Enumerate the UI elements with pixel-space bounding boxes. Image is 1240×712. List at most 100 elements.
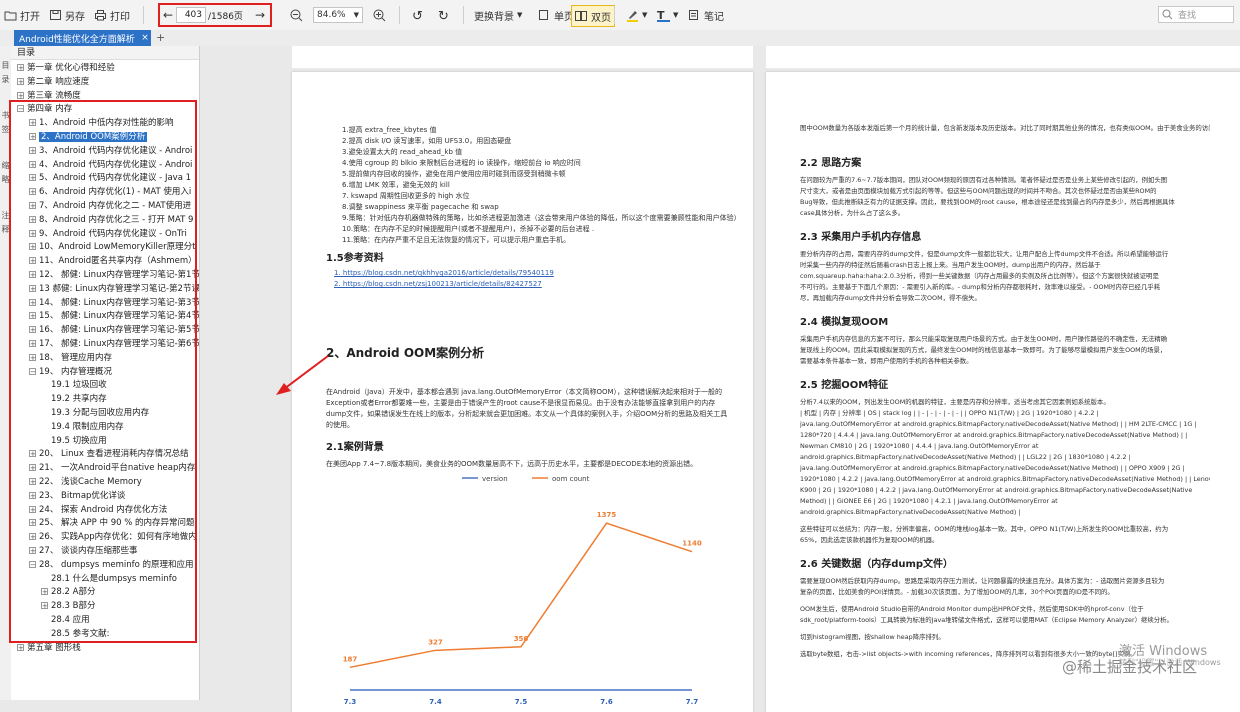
reference-link[interactable]: 1. https://blog.csdn.net/qkhhyga2016/art… (334, 269, 554, 278)
toc-item[interactable]: +15、 郝健: Linux内存管理学习笔记-第4节 (29, 310, 199, 323)
toc-item[interactable]: +10、Android LowMemoryKiller原理分t (29, 241, 195, 254)
document-tab[interactable]: Android性能优化全方面解析 × (14, 30, 151, 46)
annotation-panel-label-2[interactable]: 释 (0, 224, 11, 235)
expand-icon[interactable]: + (29, 243, 36, 251)
next-page-arrow-icon[interactable]: → (252, 8, 268, 22)
expand-icon[interactable]: + (17, 643, 24, 651)
expand-icon[interactable]: + (29, 505, 36, 513)
expand-icon[interactable]: + (41, 602, 48, 610)
toc-item[interactable]: +13 郝健: Linux内存管理学习笔记-第2节课 (29, 283, 199, 296)
collapse-icon[interactable]: − (29, 367, 36, 375)
toc-item[interactable]: +20、 Linux 查看进程消耗内存情况总结 (29, 448, 189, 461)
expand-icon[interactable]: + (17, 64, 24, 72)
toc-item[interactable]: + 第五章 图形栈 (17, 642, 81, 655)
search-input[interactable]: 查找 (1158, 6, 1234, 23)
toc-item[interactable]: +7、Android 内存优化之二 - MAT使用进 (29, 200, 191, 213)
toc-item[interactable]: +14、 郝健: Linux内存管理学习笔记-第3节 (29, 297, 199, 310)
thumbnail-panel-label-2[interactable]: 略 (0, 174, 11, 185)
toc-item[interactable]: −19、 内存管理概况 (29, 366, 112, 379)
expand-icon[interactable]: + (29, 174, 36, 182)
toc-item[interactable]: +11、Android匿名共享内存（Ashmem） (29, 255, 197, 268)
toc-item[interactable]: +23、 Bitmap优化详谈 (29, 490, 125, 503)
rotate-left-button[interactable]: ↺ (412, 0, 428, 30)
expand-icon[interactable]: + (29, 340, 36, 348)
toc-item[interactable]: +27、 谈谈内存压缩那些事 (29, 545, 138, 558)
thumbnail-panel-label[interactable]: 缩 (0, 160, 11, 171)
toc-item[interactable]: 28.1 什么是dumpsys meminfo (41, 573, 177, 586)
toc-item[interactable]: +21、 一次Android平台native heap内存 (29, 462, 195, 475)
toc-item[interactable]: +28.3 B部分 (41, 600, 95, 613)
toc-item[interactable]: 19.2 共享内存 (41, 393, 107, 406)
toc-item[interactable]: +28.2 A部分 (41, 586, 95, 599)
toc-item[interactable]: +6、Android 内存优化(1) - MAT 使用入i (29, 186, 191, 199)
toc-panel-label-2[interactable]: 录 (0, 74, 11, 85)
toc-item[interactable]: 19.4 限制应用内存 (41, 421, 124, 434)
zoom-select[interactable]: 84.6% ▼ (313, 7, 363, 23)
toc-item[interactable]: +18、 管理应用内存 (29, 352, 112, 365)
toc-item[interactable]: +24、 探索 Android 内存优化方法 (29, 504, 167, 517)
expand-icon[interactable]: + (29, 464, 36, 472)
toc-item[interactable]: 28.5 参考文献: (41, 628, 110, 641)
page-number-input[interactable]: 403 (176, 7, 206, 23)
print-button[interactable]: 打印 (94, 0, 130, 30)
expand-icon[interactable]: + (29, 491, 36, 499)
expand-icon[interactable]: + (29, 519, 36, 527)
expand-icon[interactable]: + (29, 146, 36, 154)
bookmark-panel-label-2[interactable]: 签 (0, 124, 11, 135)
toc-panel-label[interactable]: 目 (0, 60, 11, 71)
toc-item[interactable]: 19.3 分配与回收应用内存 (41, 407, 149, 420)
expand-icon[interactable]: + (29, 450, 36, 458)
toc-item[interactable]: +16、 郝健: Linux内存管理学习笔记-第5节 (29, 324, 199, 337)
expand-icon[interactable]: + (29, 119, 36, 127)
expand-icon[interactable]: + (29, 312, 36, 320)
close-icon[interactable]: × (139, 33, 151, 43)
expand-icon[interactable]: + (17, 77, 24, 85)
toc-item[interactable]: +4、Android 代码内存优化建议 - Androi (29, 159, 192, 172)
zoom-out-button[interactable] (290, 0, 306, 30)
double-page-button[interactable]: 双页 (571, 5, 615, 27)
toc-item[interactable]: +8、Android 内存优化之三 - 打开 MAT 9 (29, 214, 193, 227)
expand-icon[interactable]: + (29, 229, 36, 237)
open-button[interactable]: 打开 (4, 0, 40, 30)
save-as-button[interactable]: 另存 (49, 0, 85, 30)
zoom-in-button[interactable] (373, 0, 389, 30)
expand-icon[interactable]: + (29, 271, 36, 279)
expand-icon[interactable]: + (29, 284, 36, 292)
toc-item[interactable]: +26、 实践App内存优化：如何有序地做内 (29, 531, 197, 544)
toc-item[interactable]: +9、Android 代码内存优化建议 - OnTri (29, 228, 187, 241)
rotate-right-button[interactable]: ↻ (438, 0, 454, 30)
expand-icon[interactable]: + (29, 478, 36, 486)
change-background-button[interactable]: 更换背景 ▼ (474, 0, 522, 30)
single-page-button[interactable]: 单页 (538, 0, 574, 30)
toc-item[interactable]: −28、 dumpsys meminfo 的原理和应用 (29, 559, 194, 572)
expand-icon[interactable]: + (17, 91, 24, 99)
expand-icon[interactable]: + (29, 326, 36, 334)
toc-item[interactable]: − 第四章 内存 (17, 103, 72, 116)
expand-icon[interactable]: + (29, 257, 36, 265)
expand-icon[interactable]: + (29, 353, 36, 361)
collapse-icon[interactable]: − (17, 105, 24, 113)
prev-page-arrow-icon[interactable]: ← (160, 8, 176, 22)
collapse-icon[interactable]: − (29, 560, 36, 568)
toc-item[interactable]: +2、Android OOM案例分析 (29, 131, 148, 144)
toc-item[interactable]: +3、Android 代码内存优化建议 - Androi (29, 145, 192, 158)
toc-item[interactable]: + 第三章 流畅度 (17, 90, 81, 103)
expand-icon[interactable]: + (29, 202, 36, 210)
toc-item[interactable]: 28.4 应用 (41, 614, 90, 627)
expand-icon[interactable]: + (29, 298, 36, 306)
text-color-button[interactable]: T ▼ (657, 0, 678, 30)
annotation-panel-label[interactable]: 注 (0, 210, 11, 221)
new-tab-button[interactable]: + (156, 30, 165, 46)
expand-icon[interactable]: + (41, 588, 48, 596)
toc-item[interactable]: + 第二章 响应速度 (17, 76, 89, 89)
toc-item[interactable]: +1、Android 中低内存对性能的影响 (29, 117, 173, 130)
reference-link[interactable]: 2. https://blog.csdn.net/zsj100213/artic… (334, 280, 542, 289)
expand-icon[interactable]: + (29, 547, 36, 555)
toc-item[interactable]: +17、 郝健: Linux内存管理学习笔记-第6节 (29, 338, 199, 351)
highlight-button[interactable]: ▼ (626, 0, 647, 30)
toc-item[interactable]: 19.5 切换应用 (41, 435, 107, 448)
notes-button[interactable]: 笔记 (688, 0, 724, 30)
toc-item[interactable]: +22、 浅谈Cache Memory (29, 476, 142, 489)
expand-icon[interactable]: + (29, 215, 36, 223)
bookmark-panel-label[interactable]: 书 (0, 110, 11, 121)
